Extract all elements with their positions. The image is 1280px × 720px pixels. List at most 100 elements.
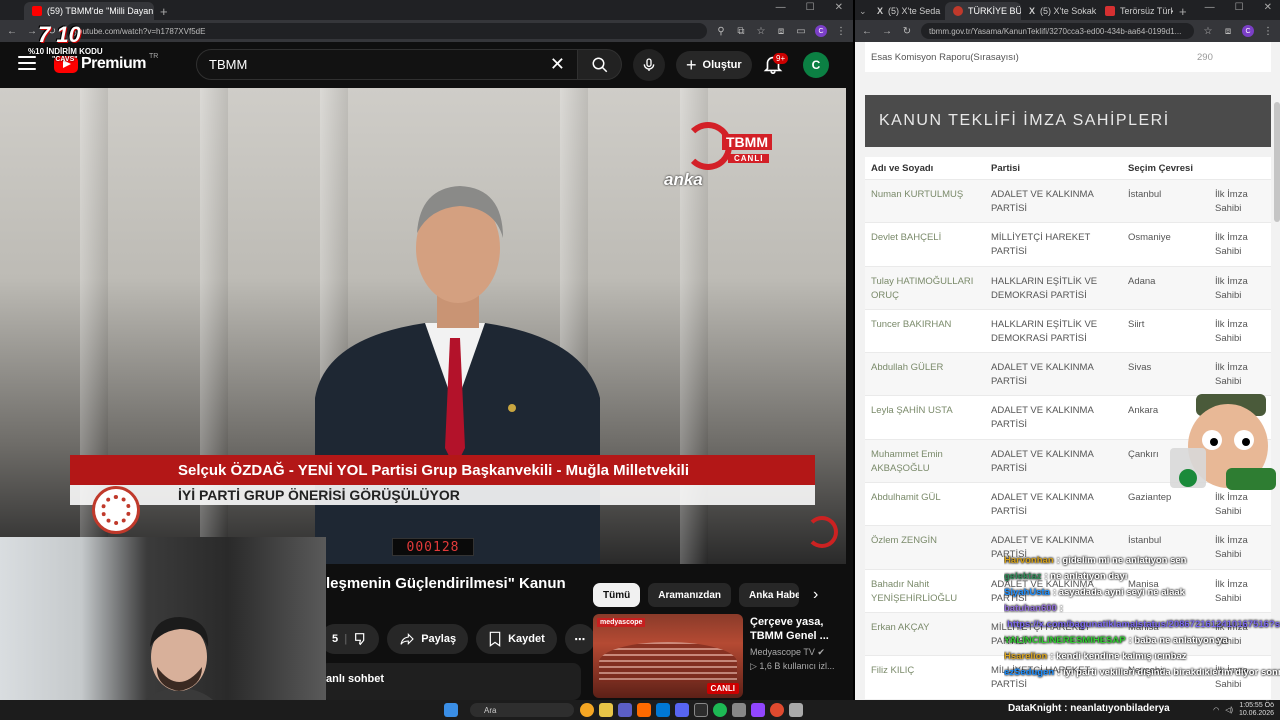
chat-username: batuhan600 [1004,603,1057,614]
signer-name[interactable]: Tulay HATIMOĞULLARI ORUÇ [865,275,991,309]
spotify-icon[interactable] [713,703,727,717]
reload-icon[interactable]: ↻ [901,26,913,37]
signer-party: ADALET VE KALKINMA PARTİSİ [991,362,1094,388]
start-windows-icon[interactable] [444,703,458,717]
file-explorer-icon[interactable] [599,703,613,717]
tab-tbmm[interactable]: TÜRKİYE BÜY [945,2,1021,20]
logo-canli: CANLI [728,154,770,163]
signer-name[interactable]: Abdullah GÜLER [865,361,991,395]
signer-name[interactable]: Devlet BAHÇELİ [865,231,991,265]
video-player[interactable]: TBMM CANLI anka Selçuk ÖZDAĞ - YENİ YOL … [0,88,846,564]
chip-from-search[interactable]: Aramanızdan [648,583,732,607]
share-button[interactable]: Paylaş [387,624,469,654]
edge-icon[interactable] [656,703,670,717]
teams-icon[interactable] [618,703,632,717]
search-button[interactable] [578,49,622,80]
signer-name[interactable]: Numan KURTULMUŞ [865,188,991,222]
clear-search-icon[interactable]: ✕ [550,54,565,75]
maximize-icon[interactable]: ☐ [806,2,815,13]
more-actions-button[interactable]: ⋯ [564,624,595,654]
signer-name[interactable]: Erkan AKÇAY [865,621,991,655]
signer-name[interactable]: Tuncer BAKIRHAN [865,318,991,352]
menu-kebab-icon[interactable]: ⋮ [1262,26,1274,37]
dislike-thumb-icon[interactable] [353,631,369,647]
twitch-icon[interactable] [751,703,765,717]
discord-icon[interactable] [675,703,689,717]
volume-icon[interactable]: ◁) [1225,706,1233,714]
account-avatar[interactable]: C [803,52,829,78]
search-input[interactable]: TBMM ✕ [196,49,578,80]
firefox-icon[interactable] [637,703,651,717]
url-field[interactable]: tbmm.gov.tr/Yasama/KanunTeklifi/3270cca3… [921,23,1194,39]
cast-icon[interactable]: ⧉ [735,26,747,37]
signer-name[interactable]: Muhammet Emin AKBAŞOĞLU [865,448,991,482]
esas-label: Esas Komisyon Raporu(Sırasayısı) [871,51,1019,63]
chevron-right-icon[interactable]: › [813,586,818,604]
tab-x-sokak[interactable]: X (5) X'te Sokak [1021,2,1097,20]
recommendation-chips: Tümü Aramanızdan Anka Habe › [593,583,818,607]
signer-name[interactable]: Abdulhamit GÜL [865,491,991,525]
minimize-icon[interactable]: — [776,2,786,13]
back-icon[interactable]: ← [861,26,873,37]
minimize-icon[interactable]: — [1205,2,1215,13]
app-icon[interactable] [770,703,784,717]
recommended-title[interactable]: Çerçeve yasa, TBMM Genel ... [750,615,842,643]
maximize-icon[interactable]: ☐ [1235,2,1244,13]
tab-x-seda[interactable]: X (5) X'te Seda [869,2,945,20]
verified-check-icon: ✔ [817,647,825,657]
url-field[interactable]: youtube.com/watch?v=h1787XVf5dE [66,23,707,39]
app-icon[interactable] [789,703,803,717]
recommended-video[interactable]: medyascope CANLI Çerçeve yasa, TBMM Gene… [593,614,843,698]
recommended-thumbnail[interactable]: medyascope CANLI [593,614,743,698]
new-tab-button[interactable]: + [1173,2,1193,20]
tab-search-icon[interactable]: ⌄ [855,2,869,20]
signer-role: İlk İmza Sahibi [1215,189,1248,214]
signer-name[interactable]: Özlem ZENGİN [865,534,991,568]
taskbar-search[interactable]: Ara [470,703,574,717]
page-scrollbar[interactable] [1274,102,1280,222]
left-browser-window: (59) TBMM'de "Milli Dayanı ✕ + — ☐ ✕ ← →… [0,0,853,720]
extensions-icon[interactable]: ⧈ [1222,26,1234,37]
chrome-icon[interactable] [580,703,594,717]
promo-logo: 7 10 [38,22,81,47]
tab-youtube[interactable]: (59) TBMM'de "Milli Dayanı ✕ [24,2,154,20]
forward-icon[interactable]: → [881,26,893,37]
signer-district: Osmaniye [1128,232,1171,244]
voice-search-button[interactable] [633,49,665,81]
obs-icon[interactable] [694,703,708,717]
menu-kebab-icon[interactable]: ⋮ [835,26,847,37]
signer-name[interactable]: Leyla ŞAHİN USTA [865,404,991,438]
recommended-channel[interactable]: Medyascope TV ✔ [750,647,842,658]
table-row: Numan KURTULMUŞ ADALET VE KALKINMA PARTİS… [865,179,1271,223]
chat-message: ezSedugen: iyi parti vekilleri dışında b… [1004,665,1280,681]
like-dislike-group[interactable]: 5 | [320,624,380,654]
new-tab-button[interactable]: + [154,2,174,20]
live-badge: CANLI [706,683,739,694]
chip-all[interactable]: Tümü [593,583,641,607]
tab-terorsuz[interactable]: Terörsüz Türki [1097,2,1173,20]
back-icon[interactable]: ← [6,26,18,37]
signer-name[interactable]: Filiz KILIÇ [865,664,991,698]
logo-anka: anka [664,170,703,189]
profile-avatar[interactable]: C [815,25,827,37]
wifi-icon[interactable]: ◠ [1213,706,1219,714]
chip-anka[interactable]: Anka Habe [739,583,800,607]
sidepanel-icon[interactable]: ▭ [795,26,807,37]
close-window-icon[interactable]: ✕ [835,2,843,13]
chat-message: SiyahUsta: asyadada ayni seyi ne alaak [1004,585,1280,601]
table-row: Tuncer BAKIRHAN HALKLARIN EŞİTLİK VE DEMO… [865,308,1271,352]
bookmark-star-icon[interactable]: ☆ [1202,26,1214,37]
close-window-icon[interactable]: ✕ [1264,2,1272,13]
extensions-icon[interactable]: ⧈ [775,26,787,37]
clock[interactable]: 1:05:55 Öö 10.06.2026 [1239,702,1274,718]
create-button[interactable]: + Oluştur [676,51,752,79]
live-chat-panel[interactable]: anlı sohbet [320,663,581,700]
bookmark-star-icon[interactable]: ☆ [755,26,767,37]
profile-avatar[interactable]: C [1242,25,1254,37]
chat-text: : baba ne anlatıyon ya [1128,635,1228,646]
chat-message: https://x.com/bagunatiklamalstatus/20867… [1004,617,1280,633]
signer-name[interactable]: Bahadır Nahit YENİŞEHİRLİOĞLU [865,578,991,612]
save-button[interactable]: Kaydet [476,624,557,654]
app-icon[interactable] [732,703,746,717]
zoom-icon[interactable]: ⚲ [715,26,727,37]
